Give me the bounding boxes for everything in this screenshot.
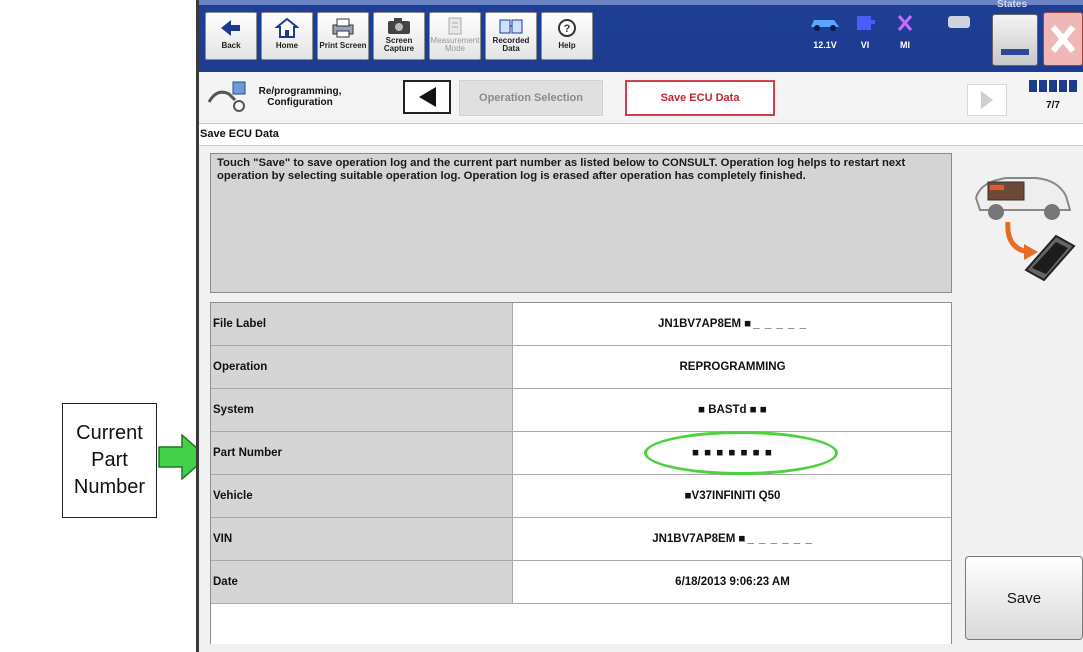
measurement-mode-button[interactable]: Measurement Mode (429, 12, 481, 60)
callout-line-3: Number (73, 476, 146, 498)
row-label: Vehicle (211, 475, 513, 517)
home-label: Home (275, 41, 299, 50)
top-toolbar: States Back Home Print Screen Screen Cap… (199, 0, 1083, 72)
table-row-system: System ■ BASTd ■ ■ (211, 389, 951, 432)
section-title: Save ECU Data (200, 128, 279, 140)
screen-capture-label: Screen Capture (383, 36, 415, 53)
progress-bars (1025, 80, 1081, 92)
printer-icon (332, 18, 354, 38)
home-icon (275, 17, 299, 38)
row-value: ■V37INFINITI Q50 (514, 475, 951, 517)
row-value: 6/18/2013 9:06:23 AM (514, 561, 951, 603)
table-row-date: Date 6/18/2013 9:06:23 AM (211, 561, 951, 604)
file-label-value: JN1BV7AP8EM ■ (658, 318, 752, 330)
table-row-empty (211, 604, 951, 644)
step-save-ecu-data: Save ECU Data (625, 80, 775, 116)
step-progress: 7/7 (1025, 78, 1081, 118)
back-arrow-icon (221, 20, 240, 36)
file-label-suffix: _ _ _ _ _ (753, 318, 807, 330)
table-row-vin: VIN JN1BV7AP8EM ■ _ _ _ _ _ _ (211, 518, 951, 561)
system-value: ■ BASTd ■ ■ (698, 404, 767, 416)
row-value: REPROGRAMMING (514, 346, 951, 388)
measurement-icon (448, 17, 462, 35)
row-label: System (211, 389, 513, 431)
row-value: JN1BV7AP8EM ■ _ _ _ _ _ (514, 303, 951, 345)
title-strip (199, 0, 1083, 5)
table-row-part-number: Part Number ■ ■ ■ ■ ■ ■ ■ (211, 432, 951, 475)
camera-icon (388, 18, 410, 34)
row-value: JN1BV7AP8EM ■ _ _ _ _ _ _ (514, 518, 951, 560)
right-triangle-icon (981, 91, 993, 109)
table-row-file-label: File Label JN1BV7AP8EM ■ _ _ _ _ _ (211, 303, 951, 346)
ecu-data-table: File Label JN1BV7AP8EM ■ _ _ _ _ _ Operat… (210, 302, 952, 644)
measurement-mode-label: Measurement Mode (430, 36, 480, 53)
row-label: File Label (211, 303, 513, 345)
back-label: Back (221, 41, 241, 50)
consult-window: States Back Home Print Screen Screen Cap… (196, 0, 1083, 652)
vi-icon (857, 16, 875, 30)
help-label: Help (558, 41, 576, 50)
mi-x-icon (897, 15, 913, 31)
row-value: ■ BASTd ■ ■ (514, 389, 951, 431)
home-button[interactable]: Home (261, 12, 313, 60)
current-part-number-callout: Current Part Number (62, 403, 157, 518)
callout-line-1: Current (76, 422, 143, 444)
breadcrumb-title: Re/programming, Configuration (258, 86, 342, 108)
vin-value: JN1BV7AP8EM ■ (652, 533, 746, 545)
row-label: Operation (211, 346, 513, 388)
mi-status: MI (887, 14, 923, 66)
back-button[interactable]: Back (205, 12, 257, 60)
screen-capture-button[interactable]: Screen Capture (373, 12, 425, 60)
row-label: Part Number (211, 432, 513, 474)
minimize-button[interactable] (992, 14, 1038, 66)
help-button[interactable]: ? Help (541, 12, 593, 60)
vi-label: VI (860, 40, 870, 50)
next-step-button[interactable] (967, 84, 1007, 116)
close-icon (1050, 25, 1076, 53)
car-to-laptop-illustration (974, 177, 1076, 282)
car-icon (811, 20, 839, 31)
part-number-highlight-ellipse (644, 431, 838, 475)
vin-suffix: _ _ _ _ _ _ (747, 533, 813, 545)
table-row-operation: Operation REPROGRAMMING (211, 346, 951, 389)
table-row-vehicle: Vehicle ■V37INFINITI Q50 (211, 475, 951, 518)
vehicle-value: ■V37INFINITI Q50 (684, 490, 781, 502)
left-triangle-icon (419, 87, 436, 107)
help-icon: ? (558, 19, 576, 37)
recorded-data-label: Recorded Data (492, 36, 530, 53)
connector-status (941, 14, 977, 66)
mi-label: MI (900, 40, 910, 50)
callout-line-2: Part (91, 449, 128, 471)
connector-icon (948, 16, 970, 28)
instruction-message: Touch "Save" to save operation log and t… (210, 153, 952, 293)
date-value: 6/18/2013 9:06:23 AM (675, 576, 790, 588)
states-label: States (996, 0, 1027, 10)
recorded-data-icon (499, 19, 523, 34)
step-operation-selection[interactable]: Operation Selection (459, 80, 603, 116)
vi-status: VI (847, 14, 883, 66)
save-button[interactable]: Save (965, 556, 1083, 640)
page-indicator: 7/7 (1046, 100, 1060, 111)
operation-value: REPROGRAMMING (679, 361, 786, 373)
battery-status: 12.1V (807, 14, 843, 66)
previous-step-button[interactable] (403, 80, 451, 114)
row-label: VIN (211, 518, 513, 560)
close-button[interactable] (1043, 12, 1083, 66)
svg-text:?: ? (564, 23, 571, 35)
breadcrumb: Re/programming, Configuration Operation … (199, 72, 1083, 124)
recorded-data-button[interactable]: Recorded Data (485, 12, 537, 60)
print-screen-label: Print Screen (319, 41, 367, 50)
print-screen-button[interactable]: Print Screen (317, 12, 369, 60)
reprogramming-icon (207, 81, 246, 112)
row-label: Date (211, 561, 513, 603)
battery-voltage: 12.1V (813, 40, 837, 50)
